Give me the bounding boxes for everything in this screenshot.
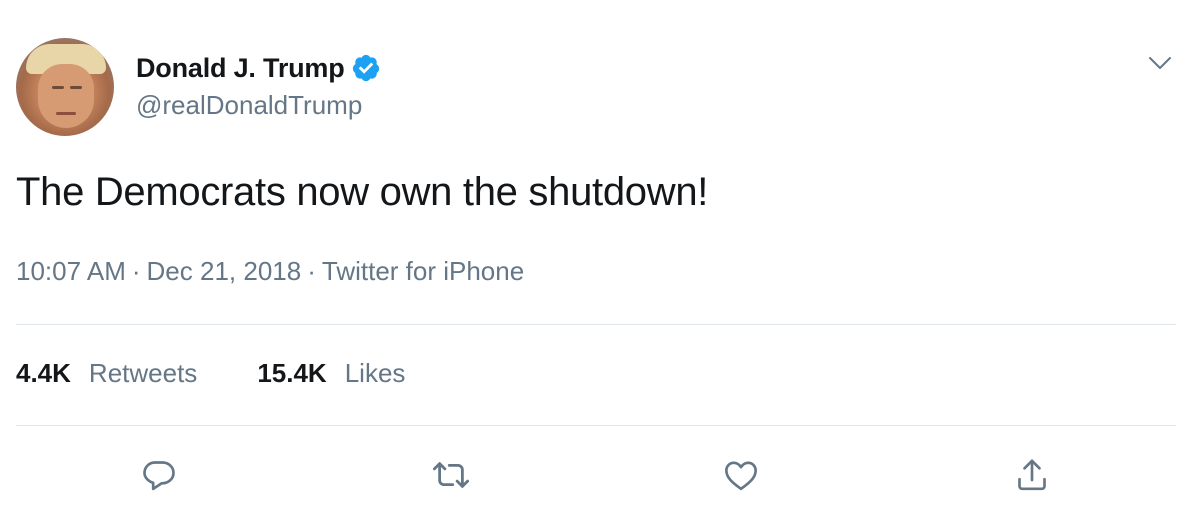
- chevron-down-icon[interactable]: [1146, 53, 1174, 73]
- share-button[interactable]: [1010, 453, 1054, 497]
- retweets-stat[interactable]: 4.4K Retweets: [16, 358, 197, 389]
- avatar-eye: [52, 86, 64, 89]
- tweet-card: Donald J. Trump @realDonaldTrump The Dem…: [0, 0, 1196, 522]
- retweet-icon: [430, 454, 472, 496]
- tweet-stats: 4.4K Retweets 15.4K Likes: [16, 358, 405, 389]
- user-handle[interactable]: @realDonaldTrump: [136, 90, 362, 121]
- retweet-button[interactable]: [429, 453, 473, 497]
- avatar-face: [38, 64, 94, 128]
- user-name-row: Donald J. Trump: [136, 50, 381, 86]
- tweet-meta: 10:07 AM · Dec 21, 2018 · Twitter for iPhone: [16, 256, 524, 287]
- reply-icon: [139, 455, 179, 495]
- share-icon: [1012, 455, 1052, 495]
- likes-label: Likes: [344, 358, 406, 388]
- tweet-text: The Democrats now own the shutdown!: [16, 170, 709, 214]
- display-name[interactable]: Donald J. Trump: [136, 53, 345, 84]
- tweet-source[interactable]: Twitter for iPhone: [322, 256, 524, 286]
- retweets-count: 4.4K: [16, 358, 71, 388]
- avatar-mouth: [56, 112, 76, 115]
- reply-button[interactable]: [137, 453, 181, 497]
- heart-icon: [721, 455, 761, 495]
- meta-separator: ·: [131, 256, 141, 286]
- likes-count: 15.4K: [257, 358, 327, 388]
- tweet-date[interactable]: Dec 21, 2018: [147, 256, 302, 286]
- retweets-label: Retweets: [88, 358, 198, 388]
- avatar[interactable]: [16, 38, 114, 136]
- divider: [16, 425, 1176, 426]
- like-button[interactable]: [719, 453, 763, 497]
- avatar-eye: [70, 86, 82, 89]
- tweet-time[interactable]: 10:07 AM: [16, 256, 126, 286]
- divider: [16, 324, 1176, 325]
- verified-badge-icon: [351, 53, 381, 83]
- likes-stat[interactable]: 15.4K Likes: [257, 358, 405, 389]
- meta-separator: ·: [307, 256, 316, 286]
